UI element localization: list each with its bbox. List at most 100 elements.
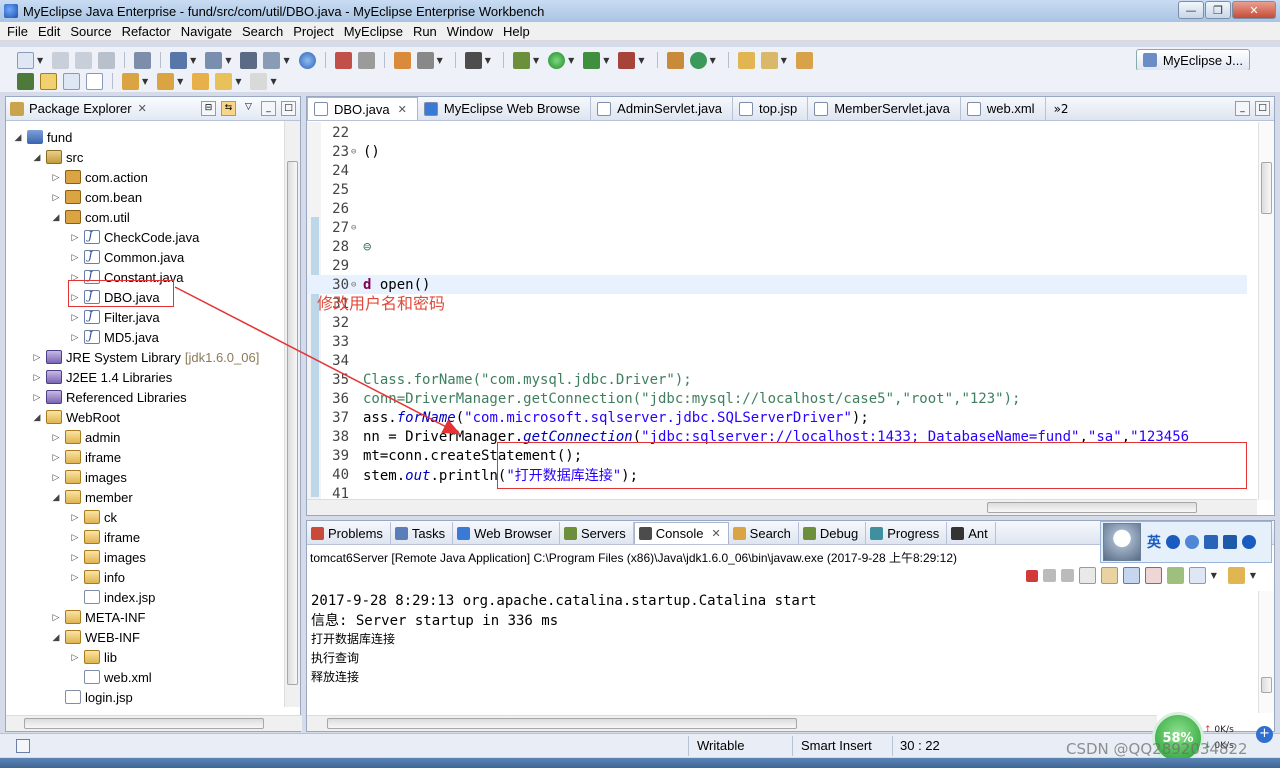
tree-item-src[interactable]: ◢ src (31, 147, 84, 167)
console-horizontal-scrollbar[interactable] (307, 715, 1157, 731)
pin-console-icon[interactable] (1166, 567, 1184, 584)
tree-item-filter-java[interactable]: ▷ Filter.java (69, 307, 160, 327)
code-line[interactable]: 33 (307, 332, 1247, 351)
console-output[interactable]: 2017-9-28 8:29:13 org.apache.catalina.st… (311, 591, 817, 686)
run-icon[interactable] (548, 51, 566, 69)
open-perspective-icon[interactable] (17, 72, 34, 90)
package-explorer-tab[interactable]: Package Explorer ✕ (10, 101, 147, 116)
toggle-mark-occurrences-icon[interactable] (40, 72, 57, 90)
new-icon[interactable] (17, 51, 34, 69)
toggle-block-selection-icon[interactable] (63, 72, 80, 90)
tab-servers[interactable]: Servers (560, 522, 634, 544)
code-line[interactable]: 29 (307, 256, 1247, 275)
uml-edit-icon[interactable] (357, 51, 375, 69)
collapsed-twisty-icon[interactable]: ▷ (69, 332, 81, 343)
tree-item-index-jsp[interactable]: index.jsp (69, 587, 155, 607)
collapsed-twisty-icon[interactable]: ▷ (31, 392, 43, 403)
save-icon[interactable] (52, 51, 70, 69)
prev-annotation-icon[interactable] (157, 72, 175, 90)
tab-progress[interactable]: Progress (866, 522, 948, 544)
open-folder-icon[interactable] (737, 51, 755, 69)
editor-tab-memberservlet-java[interactable]: MemberServlet.java (808, 97, 961, 120)
tree-item-iframe[interactable]: ▷ iframe (50, 447, 122, 467)
menu-run[interactable]: Run (408, 24, 442, 39)
tree-item-iframe[interactable]: ▷ iframe (69, 527, 141, 547)
camera-dropdown-icon[interactable]: ▼ (485, 56, 491, 65)
display-console-icon[interactable] (1188, 567, 1206, 584)
scrollbar-thumb[interactable] (1261, 162, 1272, 214)
editor-vertical-scrollbar[interactable] (1258, 122, 1274, 500)
show-console-stdout-icon[interactable] (1122, 567, 1140, 584)
save-all-icon[interactable] (75, 51, 93, 69)
server-icon[interactable] (205, 51, 223, 69)
package-tree-vertical-scrollbar[interactable] (284, 121, 300, 707)
remove-all-launches-icon[interactable] (1060, 569, 1074, 582)
next-annotation-icon[interactable] (122, 72, 139, 90)
plus-icon[interactable]: + (1256, 726, 1273, 743)
collapsed-twisty-icon[interactable]: ▷ (69, 532, 81, 543)
tree-item-info[interactable]: ▷ info (69, 567, 125, 587)
print-icon[interactable] (98, 51, 116, 69)
tree-item-images[interactable]: ▷ images (50, 467, 127, 487)
code-line[interactable]: 25 (307, 180, 1247, 199)
scrollbar-thumb[interactable] (24, 718, 264, 729)
browser-icon[interactable] (240, 51, 258, 69)
minimize-button[interactable]: — (1178, 1, 1204, 19)
clear-console-icon[interactable] (1078, 567, 1096, 584)
forward-icon[interactable] (250, 72, 268, 90)
close-window-button[interactable]: ✕ (1232, 1, 1276, 19)
collapsed-twisty-icon[interactable]: ▷ (69, 512, 81, 523)
fold-toggle-icon[interactable]: ⊖ (351, 147, 356, 157)
tab-search[interactable]: Search (729, 522, 799, 544)
menu-edit[interactable]: Edit (33, 24, 65, 39)
tree-item-com-util[interactable]: ◢ com.util (50, 207, 130, 227)
expanded-twisty-icon[interactable]: ◢ (12, 132, 24, 143)
tree-item-com-bean[interactable]: ▷ com.bean (50, 187, 143, 207)
punctuation-icon[interactable] (1185, 535, 1199, 549)
editor-tab-adminservlet-java[interactable]: AdminServlet.java (591, 97, 733, 120)
deploy-dropdown-icon[interactable]: ▼ (190, 56, 196, 65)
annotation-icon[interactable] (795, 51, 813, 69)
editor-tab-top-jsp[interactable]: top.jsp (733, 97, 809, 120)
code-line[interactable]: 36 conn=DriverManager.getConnection("jdbc… (307, 389, 1247, 408)
code-line[interactable]: 26 (307, 199, 1247, 218)
new-class-dropdown-icon[interactable]: ▼ (710, 56, 716, 65)
remove-launch-icon[interactable] (1042, 569, 1056, 582)
show-whitespace-icon[interactable] (86, 72, 103, 90)
menu-project[interactable]: Project (288, 24, 338, 39)
tree-item-referenced-libraries[interactable]: ▷ Referenced Libraries (31, 387, 187, 407)
database-dropdown-icon[interactable]: ▼ (437, 56, 443, 65)
code-line[interactable]: 30 ⊖ d open() (307, 275, 1247, 294)
prev-annotation-dropdown-icon[interactable]: ▼ (177, 77, 183, 86)
open-console-icon[interactable] (1227, 567, 1245, 584)
tree-item-meta-inf[interactable]: ▷ META-INF (50, 607, 146, 627)
tree-item-com-action[interactable]: ▷ com.action (50, 167, 148, 187)
menu-help[interactable]: Help (498, 24, 535, 39)
tree-item-admin[interactable]: ▷ admin (50, 427, 121, 447)
maximize-view-icon[interactable]: □ (281, 101, 296, 116)
code-line[interactable]: 28 ⊜ (307, 237, 1247, 256)
deploy-icon[interactable] (170, 51, 188, 69)
minimize-view-icon[interactable]: _ (261, 101, 276, 116)
tree-item-lib[interactable]: ▷ lib (69, 647, 117, 667)
code-line[interactable]: 23 ⊖ () (307, 142, 1247, 161)
collapse-all-icon[interactable]: ⊟ (201, 101, 216, 116)
tree-item-webroot[interactable]: ◢ WebRoot (31, 407, 120, 427)
menu-refactor[interactable]: Refactor (117, 24, 176, 39)
tab-problems[interactable]: Problems (307, 522, 391, 544)
close-icon[interactable]: ✕ (138, 102, 147, 115)
collapsed-twisty-icon[interactable]: ▷ (50, 432, 62, 443)
collapsed-twisty-icon[interactable]: ▷ (50, 472, 62, 483)
run-config-dropdown-icon[interactable]: ▼ (603, 56, 609, 65)
editor-tab-dbo-java[interactable]: DBO.java ✕ (307, 97, 418, 120)
collapsed-twisty-icon[interactable]: ▷ (50, 612, 62, 623)
tree-item-ck[interactable]: ▷ ck (69, 507, 117, 527)
editor-horizontal-scrollbar[interactable] (307, 499, 1257, 515)
tree-item-web-xml[interactable]: web.xml (69, 667, 152, 687)
console-vertical-scrollbar[interactable] (1258, 591, 1274, 713)
tree-item-j2ee-1-4-libraries[interactable]: ▷ J2EE 1.4 Libraries (31, 367, 173, 387)
run-config-icon[interactable] (583, 51, 601, 69)
code-line[interactable]: 35 Class.forName("com.mysql.jdbc.Driver")… (307, 370, 1247, 389)
code-line[interactable]: 37 ass.forName("com.microsoft.sqlserver.j… (307, 408, 1247, 427)
collapsed-twisty-icon[interactable]: ▷ (50, 172, 62, 183)
